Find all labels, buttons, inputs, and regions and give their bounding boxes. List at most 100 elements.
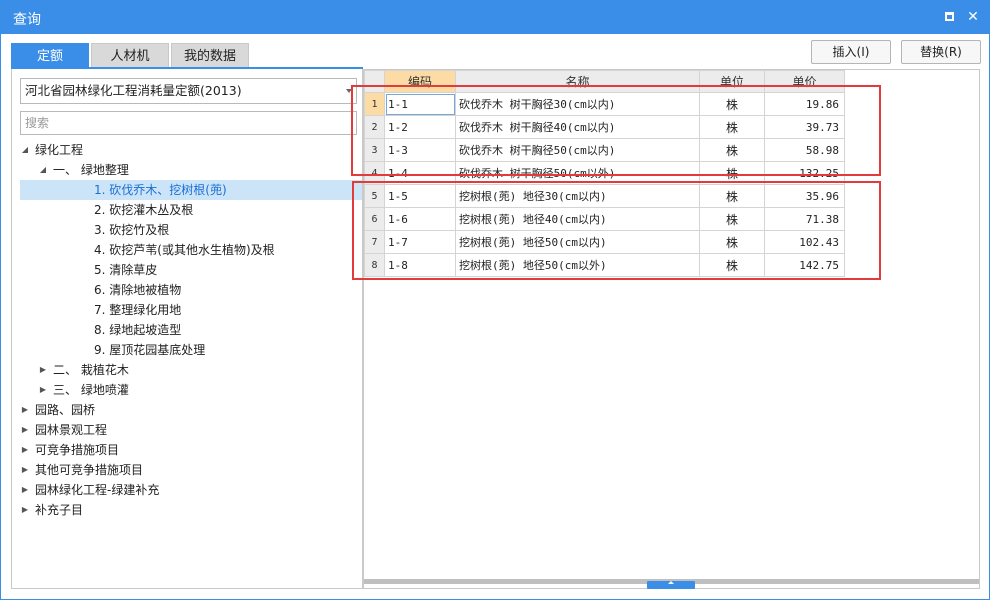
cell-unit[interactable]: 株	[699, 253, 765, 277]
tree-node[interactable]: ▶ 补充子目	[12, 500, 362, 520]
cell-name[interactable]: 砍伐乔木 树干胸径40(cm以内)	[455, 115, 700, 139]
cell-unit[interactable]: 株	[699, 92, 765, 116]
cell-price[interactable]: 142.75	[764, 253, 845, 277]
tree-node[interactable]: 4. 砍挖芦苇(或其他水生植物)及根	[12, 240, 362, 260]
tree-node-label: 6. 清除地被植物	[94, 283, 182, 297]
tab-labor-material-machine[interactable]: 人材机	[91, 43, 169, 68]
cell-name[interactable]: 砍伐乔木 树干胸径30(cm以内)	[455, 92, 700, 116]
row-number-header	[364, 70, 385, 93]
window-title: 查询	[13, 12, 41, 28]
cell-unit[interactable]: 株	[699, 230, 765, 254]
row-number: 3	[364, 138, 385, 162]
table-row[interactable]: 6 1-6 挖树根(蔸) 地径40(cm以内) 株 71.38	[364, 207, 845, 231]
insert-button[interactable]: 插入(I)	[811, 40, 891, 64]
tree-node[interactable]: ◢ 一、 绿地整理	[12, 160, 362, 180]
tree-node[interactable]: ▶ 其他可竞争措施项目	[12, 460, 362, 480]
tree-node[interactable]: ▶ 园林景观工程	[12, 420, 362, 440]
table-row[interactable]: 2 1-2 砍伐乔木 树干胸径40(cm以内) 株 39.73	[364, 115, 845, 139]
col-header-name[interactable]: 名称	[455, 70, 700, 93]
cell-unit[interactable]: 株	[699, 161, 765, 185]
expand-icon[interactable]: ▶	[20, 480, 30, 500]
tree-node[interactable]: 8. 绿地起坡造型	[12, 320, 362, 340]
cell-code[interactable]: 1-4	[384, 161, 456, 185]
row-number: 7	[364, 230, 385, 254]
cell-code[interactable]: 1-3	[384, 138, 456, 162]
cell-code[interactable]: 1-2	[384, 115, 456, 139]
expand-icon[interactable]: ▶	[20, 460, 30, 480]
cell-unit[interactable]: 株	[699, 115, 765, 139]
panel-collapse-handle[interactable]	[647, 581, 695, 589]
cell-price[interactable]: 132.25	[764, 161, 845, 185]
cell-name[interactable]: 砍伐乔木 树干胸径50(cm以内)	[455, 138, 700, 162]
library-select[interactable]: 河北省园林绿化工程消耗量定额(2013)	[20, 78, 357, 104]
cell-name[interactable]: 挖树根(蔸) 地径30(cm以内)	[455, 184, 700, 208]
search-input[interactable]	[20, 111, 357, 135]
tree-node-label: 1. 砍伐乔木、挖树根(蔸)	[94, 183, 227, 197]
cell-price[interactable]: 39.73	[764, 115, 845, 139]
expand-icon[interactable]: ▶	[38, 360, 48, 380]
cell-unit[interactable]: 株	[699, 138, 765, 162]
tree-node-label: 园林景观工程	[35, 423, 108, 437]
expand-icon[interactable]: ▶	[20, 500, 30, 520]
expand-icon[interactable]: ▶	[38, 380, 48, 400]
tree-node-label: 三、 绿地喷灌	[53, 383, 129, 397]
cell-code[interactable]: 1-8	[384, 253, 456, 277]
tree-node[interactable]: 7. 整理绿化用地	[12, 300, 362, 320]
tree-node[interactable]: 9. 屋顶花园基底处理	[12, 340, 362, 360]
table-row[interactable]: 7 1-7 挖树根(蔸) 地径50(cm以内) 株 102.43	[364, 230, 845, 254]
col-header-code[interactable]: 编码	[384, 70, 456, 93]
tree-node[interactable]: ◢ 绿化工程	[12, 140, 362, 160]
tree-node[interactable]: 3. 砍挖竹及根	[12, 220, 362, 240]
collapse-icon[interactable]: ◢	[20, 140, 30, 160]
cell-price[interactable]: 58.98	[764, 138, 845, 162]
cell-code[interactable]: 1-6	[384, 207, 456, 231]
cell-price[interactable]: 35.96	[764, 184, 845, 208]
row-number: 6	[364, 207, 385, 231]
tree-node-label: 2. 砍挖灌木丛及根	[94, 203, 194, 217]
cell-price[interactable]: 71.38	[764, 207, 845, 231]
maximize-icon[interactable]	[939, 7, 959, 27]
col-header-unit[interactable]: 单位	[699, 70, 765, 93]
cell-unit[interactable]: 株	[699, 207, 765, 231]
cell-name[interactable]: 砍伐乔木 树干胸径50(cm以外)	[455, 161, 700, 185]
close-icon[interactable]: ✕	[963, 7, 983, 27]
expand-icon[interactable]: ▶	[20, 420, 30, 440]
cell-name[interactable]: 挖树根(蔸) 地径50(cm以外)	[455, 253, 700, 277]
table-row[interactable]: 3 1-3 砍伐乔木 树干胸径50(cm以内) 株 58.98	[364, 138, 845, 162]
cell-price[interactable]: 19.86	[764, 92, 845, 116]
expand-icon[interactable]: ▶	[20, 400, 30, 420]
cell-code[interactable]: 1-7	[384, 230, 456, 254]
tree-node[interactable]: 6. 清除地被植物	[12, 280, 362, 300]
cell-price[interactable]: 102.43	[764, 230, 845, 254]
expand-icon[interactable]: ▶	[20, 440, 30, 460]
cell-code[interactable]: 1-1	[384, 92, 456, 116]
tree-node[interactable]: ▶ 园林绿化工程-绿建补充	[12, 480, 362, 500]
table-row[interactable]: 4 1-4 砍伐乔木 树干胸径50(cm以外) 株 132.25	[364, 161, 845, 185]
chevron-down-icon[interactable]	[346, 89, 352, 93]
cell-name[interactable]: 挖树根(蔸) 地径50(cm以内)	[455, 230, 700, 254]
tab-my-data[interactable]: 我的数据	[171, 43, 249, 68]
tree-node[interactable]: ▶ 三、 绿地喷灌	[12, 380, 362, 400]
query-dialog: 查询 ✕ 定额 人材机 我的数据 插入(I) 替换(R) 河北省园林绿化工程消耗…	[0, 0, 990, 600]
tree-node[interactable]: 5. 清除草皮	[12, 260, 362, 280]
tree-node[interactable]: 1. 砍伐乔木、挖树根(蔸)	[20, 180, 362, 200]
col-header-price[interactable]: 单价	[764, 70, 845, 93]
left-panel: 河北省园林绿化工程消耗量定额(2013) ◢ 绿化工程 ◢ 一、 绿地整理 1. 砍伐乔…	[11, 69, 363, 589]
cell-name[interactable]: 挖树根(蔸) 地径40(cm以内)	[455, 207, 700, 231]
table-row[interactable]: 5 1-5 挖树根(蔸) 地径30(cm以内) 株 35.96	[364, 184, 845, 208]
replace-button[interactable]: 替换(R)	[901, 40, 981, 64]
tree-node[interactable]: ▶ 二、 栽植花木	[12, 360, 362, 380]
tree-node-label: 9. 屋顶花园基底处理	[94, 343, 206, 357]
collapse-icon[interactable]: ◢	[38, 160, 48, 180]
chevron-up-icon	[668, 581, 674, 584]
table-row[interactable]: 1 1-1 砍伐乔木 树干胸径30(cm以内) 株 19.86	[364, 92, 845, 116]
tab-quota[interactable]: 定额	[11, 43, 89, 68]
tree-node[interactable]: 2. 砍挖灌木丛及根	[12, 200, 362, 220]
table-row[interactable]: 8 1-8 挖树根(蔸) 地径50(cm以外) 株 142.75	[364, 253, 845, 277]
row-number: 4	[364, 161, 385, 185]
tree-node[interactable]: ▶ 园路、园桥	[12, 400, 362, 420]
tree-node[interactable]: ▶ 可竞争措施项目	[12, 440, 362, 460]
tree-node-label: 补充子目	[35, 503, 84, 517]
cell-unit[interactable]: 株	[699, 184, 765, 208]
cell-code[interactable]: 1-5	[384, 184, 456, 208]
